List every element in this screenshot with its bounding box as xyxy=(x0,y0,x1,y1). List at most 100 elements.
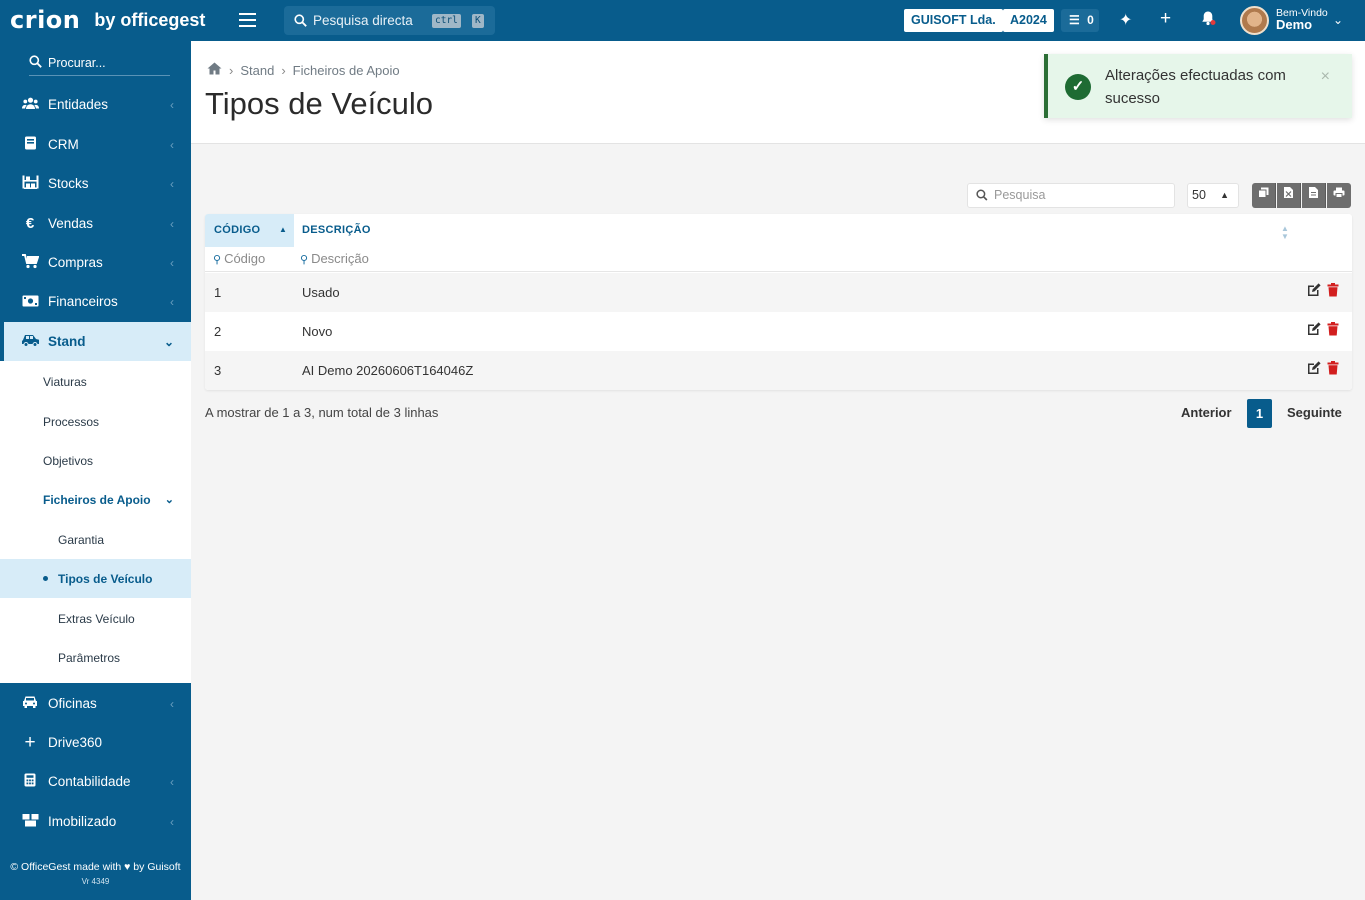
users-icon xyxy=(21,97,39,113)
chevron-down-icon: ⌄ xyxy=(163,334,174,349)
year-selector[interactable]: A2024 xyxy=(1003,9,1054,32)
global-search[interactable]: Pesquisa directa ctrl K xyxy=(284,6,495,35)
sidebar-subitem-ficheiros-de-apoio[interactable]: Ficheiros de Apoio ⌄ xyxy=(0,480,191,519)
table-row[interactable]: 2 Novo xyxy=(205,312,1352,351)
ai-sparkle-icon[interactable]: ✦ xyxy=(1119,10,1132,30)
user-name: Demo xyxy=(1276,17,1313,32)
sidebar-item-financeiros[interactable]: Financeiros ‹ xyxy=(0,282,191,321)
sidebar-item-contabilidade[interactable]: Contabilidade ‹ xyxy=(0,762,191,801)
user-menu[interactable]: Bem-Vindo Demo xyxy=(1276,8,1328,32)
sidebar-subitem-extras-veiculo[interactable]: Extras Veículo xyxy=(0,599,191,638)
copy-button[interactable] xyxy=(1252,183,1276,208)
export-pdf-button[interactable] xyxy=(1302,183,1326,208)
column-header-label: DESCRIÇÃO xyxy=(302,224,371,236)
global-search-placeholder: Pesquisa directa xyxy=(313,13,413,28)
sidebar-item-oficinas[interactable]: Oficinas ‹ xyxy=(0,684,191,723)
column-header-descricao[interactable]: DESCRIÇÃO xyxy=(302,214,1282,247)
subitem-label: Extras Veículo xyxy=(58,611,135,626)
chevron-left-icon: ‹ xyxy=(170,216,174,231)
edit-icon[interactable] xyxy=(1307,361,1321,375)
sidebar-subitem-viaturas[interactable]: Viaturas xyxy=(0,362,191,401)
top-bar: crion by officegest Pesquisa directa ctr… xyxy=(0,0,1365,41)
table-search-placeholder: Pesquisa xyxy=(994,188,1046,202)
trash-icon[interactable] xyxy=(1326,361,1340,375)
notifications-bell-icon[interactable] xyxy=(1200,10,1216,31)
sidebar-item-stand[interactable]: Stand ⌄ xyxy=(0,322,191,361)
sidebar-subitem-garantia[interactable]: Garantia xyxy=(0,520,191,559)
sidebar-subitem-tipos-de-veiculo[interactable]: Tipos de Veículo xyxy=(0,559,191,598)
cart-icon xyxy=(21,253,39,272)
print-icon xyxy=(1333,187,1345,198)
active-dot-icon xyxy=(43,576,48,581)
sidebar-item-label: Imobilizado xyxy=(48,814,117,829)
pagination-next[interactable]: Seguinte xyxy=(1287,405,1342,420)
export-excel-button[interactable] xyxy=(1277,183,1301,208)
add-icon[interactable]: + xyxy=(1160,8,1171,30)
menu-toggle-icon[interactable] xyxy=(239,13,256,27)
table-row[interactable]: 3 AI Demo 20260606T164046Z xyxy=(205,351,1352,390)
trash-icon[interactable] xyxy=(1326,283,1340,297)
cell-descricao: Usado xyxy=(302,285,340,300)
user-avatar[interactable] xyxy=(1240,6,1269,35)
sidebar-item-compras[interactable]: Compras ‹ xyxy=(0,243,191,282)
company-selector[interactable]: GUISOFT Lda. xyxy=(904,9,1003,32)
column-header-label: CÓDIGO xyxy=(214,224,261,236)
pagination-previous[interactable]: Anterior xyxy=(1181,405,1232,420)
sidebar-search-placeholder: Procurar... xyxy=(48,56,106,70)
print-button[interactable] xyxy=(1327,183,1351,208)
sidebar-item-label: CRM xyxy=(48,137,79,152)
filter-descricao-input[interactable]: ⚲ Descrição xyxy=(300,251,369,266)
sidebar-footer: © OfficeGest made with ♥ by Guisoft Vr 4… xyxy=(0,861,191,886)
sort-both-icon[interactable]: ▲ ▼ xyxy=(1281,225,1289,241)
close-icon[interactable]: × xyxy=(1321,68,1330,86)
page-size-select[interactable]: 50 ▲ xyxy=(1187,183,1239,208)
sidebar-subitem-objetivos[interactable]: Objetivos xyxy=(0,441,191,480)
sidebar-item-crm[interactable]: CRM ‹ xyxy=(0,125,191,164)
table-row[interactable]: 1 Usado xyxy=(205,273,1352,312)
sidebar-item-label: Oficinas xyxy=(48,696,97,711)
sidebar-item-label: Stand xyxy=(48,334,86,349)
edit-icon[interactable] xyxy=(1307,283,1321,297)
table-search-input[interactable]: Pesquisa xyxy=(967,183,1175,208)
filter-codigo-input[interactable]: ⚲ Código xyxy=(213,251,265,266)
search-icon: ⚲ xyxy=(300,254,309,266)
pagination-page-1[interactable]: 1 xyxy=(1247,399,1272,428)
sidebar-item-label: Stocks xyxy=(48,176,89,191)
app-version: Vr 4349 xyxy=(81,877,110,886)
edit-icon[interactable] xyxy=(1307,322,1321,336)
cell-codigo: 1 xyxy=(214,285,222,300)
car-icon xyxy=(21,695,39,712)
trash-icon[interactable] xyxy=(1326,322,1340,336)
search-icon: ⚲ xyxy=(213,254,222,266)
chevron-down-icon[interactable]: ⌄ xyxy=(1333,13,1343,27)
sidebar-subitem-parametros[interactable]: Parâmetros xyxy=(0,638,191,677)
plus-icon: + xyxy=(24,731,36,753)
cell-codigo: 2 xyxy=(214,324,222,339)
sidebar-item-stocks[interactable]: Stocks ‹ xyxy=(0,164,191,203)
brand-suffix: by officegest xyxy=(94,9,206,30)
chevron-left-icon: ‹ xyxy=(170,774,174,789)
stand-submenu: Stand ⌄ Viaturas Processos Objetivos Fic… xyxy=(0,322,191,683)
logo[interactable]: crion by officegest xyxy=(10,4,205,36)
breadcrumb-item-stand[interactable]: Stand xyxy=(240,63,274,78)
chevron-left-icon: ‹ xyxy=(170,294,174,309)
warehouse-icon xyxy=(21,175,39,192)
sidebar-item-imobilizado[interactable]: Imobilizado ‹ xyxy=(0,802,191,841)
sidebar-subitem-processos[interactable]: Processos xyxy=(0,402,191,441)
sidebar-item-label: Entidades xyxy=(48,97,109,112)
sidebar-item-label: Financeiros xyxy=(48,294,118,309)
table-header: CÓDIGO ▲ DESCRIÇÃO ▲ ▼ xyxy=(205,214,1352,247)
subitem-label: Viaturas xyxy=(43,374,87,389)
sidebar-item-drive360[interactable]: + Drive360 xyxy=(0,723,191,762)
sidebar: Procurar... Entidades ‹ CRM ‹ Stocks ‹ €… xyxy=(0,41,191,900)
tasks-button[interactable]: ☰ 0 xyxy=(1061,9,1099,32)
sidebar-item-vendas[interactable]: € Vendas ‹ xyxy=(0,204,191,243)
sidebar-search-input[interactable]: Procurar... xyxy=(29,54,170,76)
breadcrumb: › Stand › Ficheiros de Apoio xyxy=(207,62,400,78)
table-filters: ⚲ Código ⚲ Descrição xyxy=(205,247,1352,272)
filter-placeholder: Descrição xyxy=(311,251,369,266)
column-header-codigo[interactable]: CÓDIGO ▲ xyxy=(205,214,294,247)
breadcrumb-item-ficheiros-de-apoio[interactable]: Ficheiros de Apoio xyxy=(293,63,400,78)
sidebar-item-entidades[interactable]: Entidades ‹ xyxy=(0,85,191,124)
home-icon[interactable] xyxy=(207,62,222,78)
